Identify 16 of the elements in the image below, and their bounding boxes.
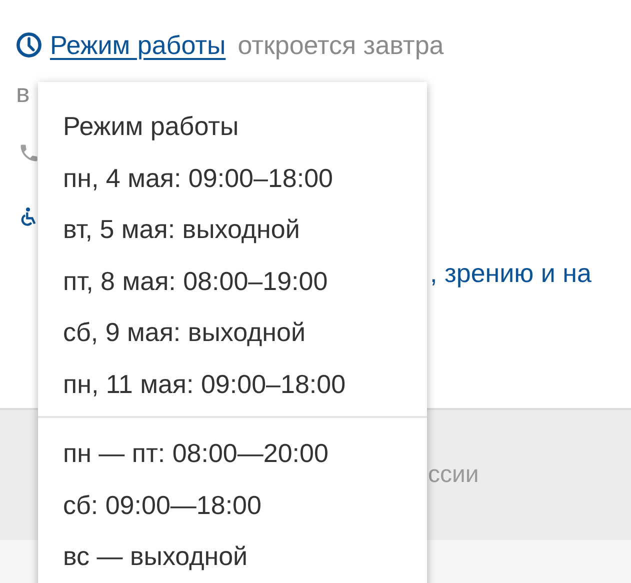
phone-icon: [18, 142, 40, 164]
special-day-hours: сб, 9 мая: выходной: [62, 316, 306, 349]
special-day-hours: пн, 11 мая: 09:00–18:00: [62, 368, 347, 400]
footer-text: ссии: [428, 461, 479, 489]
working-hours-link[interactable]: Режим работы: [50, 30, 226, 60]
regular-hours: пн — пт: 08:00—20:00: [62, 437, 330, 470]
regular-hours: сб: 09:00—18:00: [62, 488, 262, 522]
opening-status-continued: в: [16, 78, 30, 108]
clock-icon: [16, 32, 42, 58]
accessibility-text: , зрению и на: [430, 258, 592, 288]
regular-hours: вс — выходной: [62, 540, 249, 573]
special-day-hours: пн, 4 мая: 09:00–18:00: [62, 162, 334, 194]
opening-status: откроется завтра: [238, 30, 444, 60]
special-day-hours: вт, 5 мая: выходной: [62, 213, 301, 246]
special-day-hours: пт, 8 мая: 08:00–19:00: [62, 264, 329, 298]
popup-title: Режим работы: [62, 110, 240, 143]
